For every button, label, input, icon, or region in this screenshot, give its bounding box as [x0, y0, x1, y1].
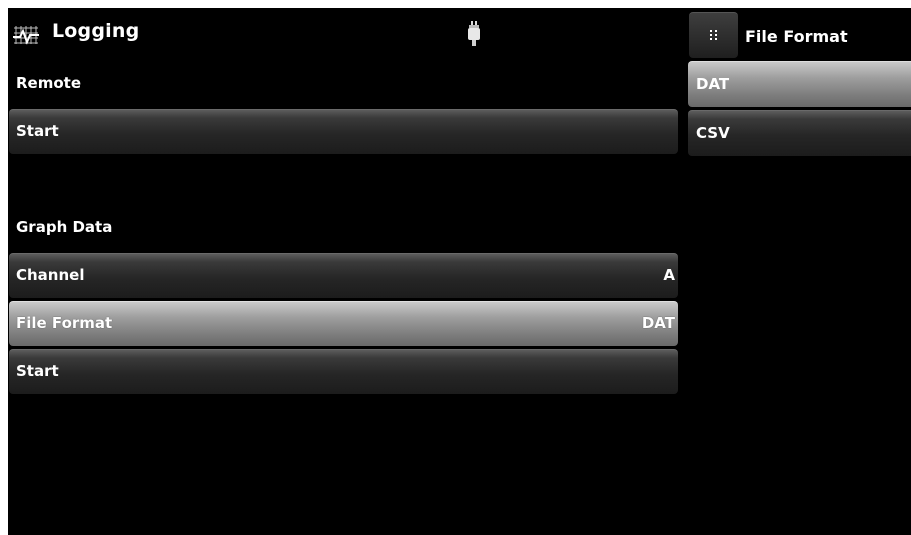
usb-connector-icon — [468, 21, 480, 46]
option-label: CSV — [696, 124, 730, 142]
graph-data-section-label: Graph Data — [16, 218, 113, 236]
file-format-label: File Format — [16, 314, 113, 332]
graph-start-label: Start — [16, 362, 59, 380]
channel-value: A — [663, 266, 675, 284]
logging-graph-icon — [13, 26, 39, 45]
remote-section-label: Remote — [16, 74, 82, 92]
grid-menu-icon — [710, 30, 717, 40]
channel-label: Channel — [16, 266, 85, 284]
remote-start-label: Start — [16, 122, 59, 140]
file-format-value: DAT — [641, 314, 675, 332]
grid-menu-button[interactable] — [689, 12, 738, 58]
file-format-row[interactable]: File Format DAT — [9, 301, 678, 346]
title-bar: Logging — [8, 8, 684, 58]
file-format-option-csv[interactable]: CSV — [688, 110, 911, 156]
file-format-option-dat[interactable]: DAT — [688, 61, 911, 107]
graph-start-button[interactable]: Start — [9, 349, 678, 394]
file-format-panel-title: File Format — [745, 27, 848, 46]
channel-row[interactable]: Channel A — [9, 253, 678, 298]
page-title: Logging — [52, 20, 140, 42]
logging-screen: Logging Remote Start Graph Data Channel … — [8, 8, 911, 535]
remote-start-button[interactable]: Start — [9, 109, 678, 154]
option-label: DAT — [696, 75, 730, 93]
